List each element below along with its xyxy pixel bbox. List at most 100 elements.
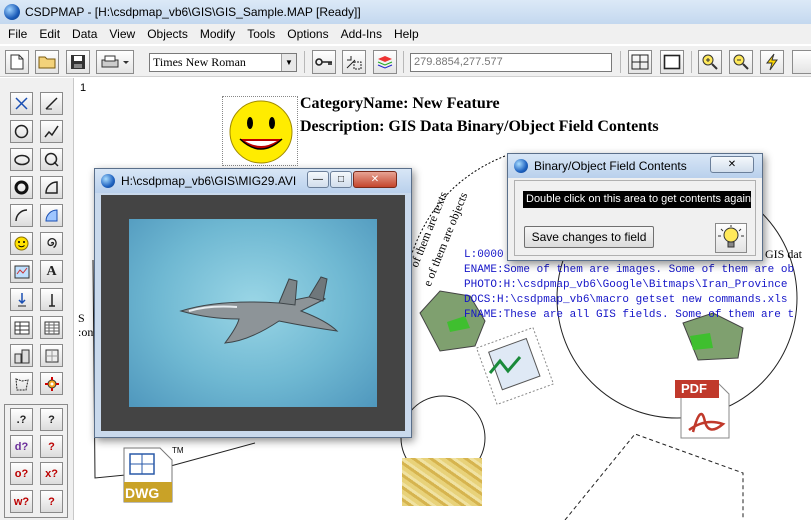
menu-file[interactable]: File — [2, 27, 33, 41]
save-button[interactable] — [66, 50, 90, 74]
polygon-tool[interactable] — [10, 372, 33, 395]
dwg-tm: TM — [172, 446, 184, 455]
menu-data[interactable]: Data — [66, 27, 103, 41]
contents-hint-area[interactable]: Double click on this area to get content… — [523, 191, 751, 208]
coordinates-field[interactable]: 279.8854,277.577 — [410, 53, 612, 72]
marker-icon — [48, 293, 55, 307]
query-tool-1[interactable]: .? — [10, 408, 33, 431]
grid-icon — [631, 54, 649, 70]
lightbulb-button[interactable] — [715, 223, 747, 253]
text-tool[interactable]: A — [40, 260, 63, 283]
toolbar-separator — [691, 51, 692, 73]
ellipse-tool[interactable] — [10, 148, 33, 171]
arc-tool[interactable] — [10, 204, 33, 227]
dwg-label: DWG — [125, 485, 160, 501]
key-button[interactable] — [312, 50, 336, 74]
gear-tool[interactable] — [40, 372, 63, 395]
menu-tools[interactable]: Tools — [241, 27, 281, 41]
lightning-button[interactable] — [760, 50, 784, 74]
binary-window-body: Double click on this area to get content… — [514, 180, 756, 256]
stamp-icon — [17, 292, 26, 306]
print-icon — [101, 55, 129, 68]
tool-palette: A .? ? d? ? o? x? w? ? — [0, 78, 74, 520]
video-player[interactable] — [101, 195, 405, 431]
polyline-tool[interactable] — [40, 120, 63, 143]
smiley-tool[interactable] — [10, 232, 33, 255]
q-shape-tool[interactable] — [40, 148, 63, 171]
dwg-file-icon[interactable]: DWG TM — [122, 446, 184, 504]
circle-icon — [14, 124, 29, 139]
font-name-value: Times New Roman — [153, 55, 246, 69]
query-tool-8[interactable]: ? — [40, 490, 63, 513]
print-button[interactable] — [96, 50, 134, 74]
marker-tool[interactable] — [40, 288, 63, 311]
protractor-tool[interactable] — [40, 204, 63, 227]
q-shape-icon — [44, 152, 59, 167]
pdf-label: PDF — [681, 381, 707, 396]
buildings-tool[interactable] — [10, 344, 33, 367]
query-tool-2[interactable]: ? — [40, 408, 63, 431]
field-line: FNAME:These are all GIS fields. Some of … — [464, 309, 795, 321]
ring-tool[interactable] — [10, 176, 33, 199]
key-icon — [315, 58, 332, 66]
menu-view[interactable]: View — [103, 27, 141, 41]
save-changes-button[interactable]: Save changes to field — [524, 226, 654, 248]
description: Description: GIS Data Binary/Object Fiel… — [300, 118, 659, 135]
close-button[interactable]: ✕ — [710, 156, 754, 173]
grid-button[interactable] — [628, 50, 652, 74]
maximize-button[interactable]: □ — [330, 171, 352, 188]
zoom-out-icon — [733, 54, 749, 70]
grid-table-tool[interactable] — [40, 316, 63, 339]
arc-fill-tool[interactable] — [40, 176, 63, 199]
menu-help[interactable]: Help — [388, 27, 425, 41]
spiral-icon — [47, 238, 57, 249]
page-icon — [663, 54, 681, 70]
select-x-tool[interactable] — [10, 92, 33, 115]
query-tool-6[interactable]: x? — [40, 462, 63, 485]
protractor-icon — [45, 209, 58, 222]
select-tool-button[interactable] — [342, 50, 366, 74]
video-window-title: H:\csdpmap_vb6\GIS\MIG29.AVI — [121, 174, 297, 188]
field-line: PHOTO:H:\csdpmap_vb6\Google\Bitmaps\Iran… — [464, 279, 788, 291]
query-tool-5[interactable]: o? — [10, 462, 33, 485]
menu-modify[interactable]: Modify — [194, 27, 241, 41]
puzzle-tool[interactable] — [40, 344, 63, 367]
minimize-icon: — — [313, 174, 323, 185]
minimize-button[interactable]: — — [307, 171, 329, 188]
layers-button[interactable] — [373, 50, 397, 74]
zoom-in-button[interactable] — [698, 50, 722, 74]
table-tool[interactable] — [10, 316, 33, 339]
open-button[interactable] — [35, 50, 59, 74]
chevron-down-icon[interactable]: ▼ — [281, 54, 296, 71]
topographic-map-image[interactable] — [402, 458, 482, 506]
maximize-icon: □ — [337, 174, 345, 185]
page-button[interactable] — [660, 50, 684, 74]
line-tool[interactable] — [40, 92, 63, 115]
binary-field-window: Binary/Object Field Contents ✕ Double cl… — [507, 153, 763, 261]
menu-options[interactable]: Options — [281, 27, 334, 41]
pdf-file-icon[interactable]: PDF — [675, 378, 735, 440]
stamp-tool[interactable] — [10, 288, 33, 311]
menu-edit[interactable]: Edit — [33, 27, 66, 41]
globe-icon — [4, 4, 20, 20]
smiley-image[interactable] — [222, 96, 298, 166]
new-doc-button[interactable] — [5, 50, 29, 74]
select-x-icon — [15, 97, 28, 110]
ellipse-icon — [13, 154, 30, 165]
menu-add-ins[interactable]: Add-Ins — [335, 27, 388, 41]
query-tool-7[interactable]: w? — [10, 490, 33, 513]
video-window-titlebar[interactable]: H:\csdpmap_vb6\GIS\MIG29.AVI — □ ✕ — [95, 169, 411, 193]
query-tool-4[interactable]: ? — [40, 435, 63, 458]
map-tool[interactable] — [10, 260, 33, 283]
binary-window-titlebar[interactable]: Binary/Object Field Contents ✕ — [508, 154, 762, 178]
spiral-tool[interactable] — [40, 232, 63, 255]
circle-tool[interactable] — [10, 120, 33, 143]
close-button[interactable]: ✕ — [353, 171, 397, 188]
query-tool-3[interactable]: d? — [10, 435, 33, 458]
zoom-out-button[interactable] — [729, 50, 753, 74]
lightbulb-icon — [718, 225, 744, 248]
more-button[interactable] — [792, 50, 811, 74]
polygon-icon — [14, 377, 29, 390]
menu-objects[interactable]: Objects — [141, 27, 194, 41]
font-name-select[interactable]: Times New Roman ▼ — [149, 53, 297, 72]
